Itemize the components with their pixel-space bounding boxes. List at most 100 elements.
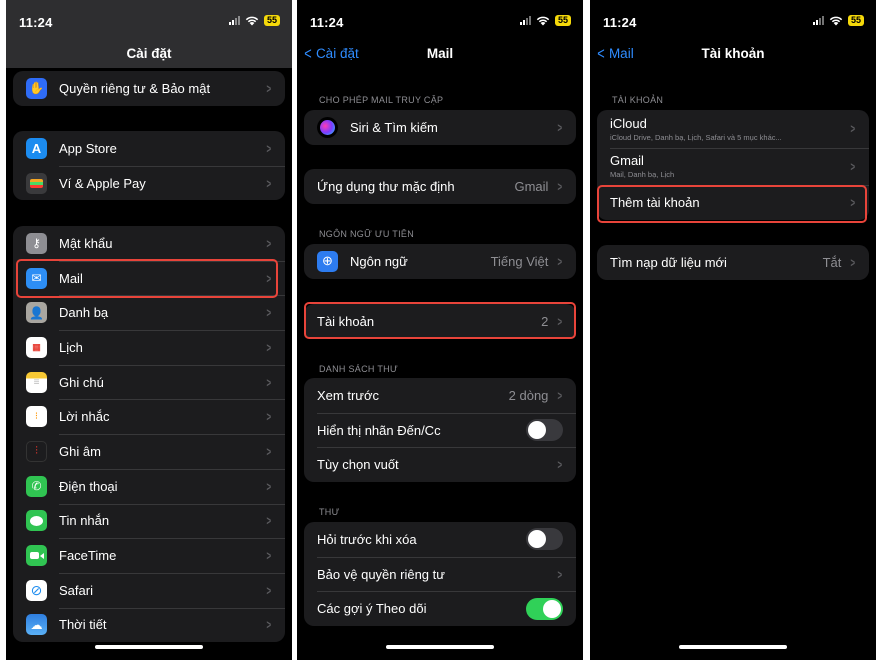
- chevron-right-icon: >: [266, 409, 272, 425]
- settings-item-mail[interactable]: ✉ Mail >: [13, 260, 285, 296]
- siri-search-row[interactable]: Siri & Tìm kiếm >: [304, 110, 576, 145]
- settings-item-contacts[interactable]: 👤 Danh bạ >: [13, 295, 285, 330]
- settings-screen: 11:24 55 Cài đặt ✋ Quyền riêng tư & Bảo …: [6, 0, 292, 660]
- page-title: Cài đặt: [126, 46, 172, 61]
- section-header-accounts: TÀI KHOẢN: [612, 95, 664, 105]
- chevron-right-icon: >: [266, 443, 272, 459]
- default-mail-app-row[interactable]: Ứng dụng thư mặc định Gmail >: [304, 169, 576, 204]
- battery-icon: 55: [263, 15, 280, 26]
- mail-icon: ✉: [26, 267, 47, 289]
- settings-item-messages[interactable]: Tin nhắn >: [13, 503, 285, 539]
- calendar-icon: ▦: [26, 336, 47, 358]
- notes-icon: ≡: [26, 371, 47, 393]
- settings-item-label: Thời tiết: [59, 617, 107, 633]
- add-account-row[interactable]: Thêm tài khoản >: [597, 185, 869, 220]
- chevron-right-icon: >: [266, 374, 272, 390]
- settings-item-passwords[interactable]: ⚷ Mật khẩu >: [13, 226, 285, 261]
- chevron-right-icon: >: [266, 339, 272, 355]
- follow-up-toggle[interactable]: [526, 597, 563, 620]
- chevron-right-icon: >: [266, 175, 272, 191]
- settings-item-label: App Store: [59, 140, 117, 156]
- battery-icon: 55: [847, 15, 864, 26]
- settings-item-wallet[interactable]: Ví & Apple Pay >: [13, 165, 285, 201]
- contacts-icon: 👤: [26, 302, 47, 324]
- chevron-right-icon: >: [850, 254, 856, 270]
- row-label: Tùy chọn vuốt: [317, 457, 399, 473]
- accounts-screen: 11:24 55 < Mail Tài khoản TÀI KHOẢN iClou…: [590, 0, 876, 660]
- show-to-cc-toggle[interactable]: [526, 419, 563, 442]
- settings-item-app-store[interactable]: A App Store >: [13, 131, 285, 166]
- section-header-access: CHO PHÉP MAIL TRUY CẬP: [319, 95, 444, 105]
- settings-item-label: Ghi âm: [59, 443, 101, 459]
- privacy-protection-row[interactable]: Bảo vệ quyền riêng tư >: [304, 556, 576, 592]
- settings-item-label: Lịch: [59, 339, 83, 355]
- row-label: Xem trước: [317, 387, 380, 403]
- account-details: Mail, Danh bạ, Lịch: [610, 170, 675, 180]
- settings-item-calendar[interactable]: ▦ Lịch >: [13, 330, 285, 365]
- messages-icon: [26, 510, 47, 532]
- row-label: Ứng dụng thư mặc định: [317, 178, 455, 194]
- language-row[interactable]: ⊕ Ngôn ngữ Tiếng Việt >: [304, 244, 576, 279]
- accounts-group: Tài khoản 2 >: [304, 304, 576, 339]
- fetch-new-data-row[interactable]: Tìm nạp dữ liệu mới Tắt >: [597, 245, 869, 280]
- key-icon: ⚷: [26, 232, 47, 254]
- weather-icon: ☁: [26, 614, 47, 636]
- chevron-right-icon: >: [266, 235, 272, 251]
- status-bar: 11:24 55: [297, 0, 583, 44]
- status-bar: 11:24 55: [6, 0, 292, 44]
- settings-item-privacy[interactable]: ✋ Quyền riêng tư & Bảo mật >: [13, 71, 285, 106]
- chevron-right-icon: >: [266, 305, 272, 321]
- nav-bar: Cài đặt: [6, 44, 292, 66]
- account-icloud-row[interactable]: iCloud iCloud Drive, Danh bạ, Lịch, Safa…: [597, 110, 869, 148]
- phone-icon: ✆: [26, 475, 47, 497]
- chevron-right-icon: >: [266, 478, 272, 494]
- chevron-right-icon: >: [850, 158, 856, 174]
- chevron-right-icon: >: [266, 513, 272, 529]
- account-gmail-row[interactable]: Gmail Mail, Danh bạ, Lịch >: [597, 147, 869, 186]
- settings-item-phone[interactable]: ✆ Điện thoại >: [13, 468, 285, 504]
- account-name: Gmail: [610, 153, 644, 169]
- chevron-right-icon: >: [557, 253, 563, 269]
- settings-item-label: Ghi chú: [59, 374, 104, 390]
- signal-icon: [519, 16, 531, 25]
- chevron-right-icon: >: [266, 270, 272, 286]
- settings-item-label: Quyền riêng tư & Bảo mật: [59, 80, 211, 96]
- account-details: iCloud Drive, Danh bạ, Lịch, Safari và 5…: [610, 132, 782, 142]
- message-list-group: Xem trước 2 dòng > Hiển thị nhãn Đến/Cc …: [304, 378, 576, 483]
- privacy-group: ✋ Quyền riêng tư & Bảo mật >: [13, 71, 285, 106]
- settings-item-safari[interactable]: ⊘ Safari >: [13, 572, 285, 608]
- chevron-right-icon: >: [850, 194, 856, 210]
- row-label: Tìm nạp dữ liệu mới: [610, 254, 727, 270]
- language-group: ⊕ Ngôn ngữ Tiếng Việt >: [304, 244, 576, 279]
- settings-item-facetime[interactable]: FaceTime >: [13, 538, 285, 573]
- page-title: Tài khoản: [701, 46, 765, 61]
- row-label: Hiển thị nhãn Đến/Cc: [317, 422, 441, 438]
- accounts-row[interactable]: Tài khoản 2 >: [304, 304, 576, 339]
- default-app-group: Ứng dụng thư mặc định Gmail >: [304, 169, 576, 204]
- battery-icon: 55: [554, 15, 571, 26]
- wallet-icon: [26, 172, 47, 194]
- chevron-right-icon: >: [557, 313, 563, 329]
- settings-item-weather[interactable]: ☁ Thời tiết >: [13, 607, 285, 643]
- settings-item-reminders[interactable]: ⁝ Lời nhắc >: [13, 399, 285, 434]
- status-time: 11:24: [603, 15, 637, 30]
- reminders-icon: ⁝: [26, 406, 47, 428]
- settings-item-voice-memos[interactable]: ⫶ Ghi âm >: [13, 434, 285, 469]
- show-to-cc-row: Hiển thị nhãn Đến/Cc: [304, 412, 576, 448]
- follow-up-suggestions-row: Các gợi ý Theo dõi: [304, 591, 576, 626]
- preview-row[interactable]: Xem trước 2 dòng >: [304, 378, 576, 413]
- settings-item-label: FaceTime: [59, 548, 117, 564]
- row-value: Tiếng Việt: [490, 253, 549, 269]
- signal-icon: [228, 16, 240, 25]
- section-header-message-list: DANH SÁCH THƯ: [319, 364, 398, 374]
- voice-memos-icon: ⫶: [26, 440, 47, 462]
- row-label: Siri & Tìm kiếm: [350, 119, 438, 135]
- settings-item-notes[interactable]: ≡ Ghi chú >: [13, 364, 285, 400]
- chevron-right-icon: >: [557, 457, 563, 473]
- home-indicator: [386, 645, 494, 649]
- ask-before-delete-toggle[interactable]: [526, 528, 563, 551]
- row-value: Gmail: [514, 178, 549, 194]
- swipe-options-row[interactable]: Tùy chọn vuốt >: [304, 447, 576, 482]
- settings-item-label: Điện thoại: [59, 478, 118, 494]
- nav-bar: < Cài đặt Mail: [297, 44, 583, 66]
